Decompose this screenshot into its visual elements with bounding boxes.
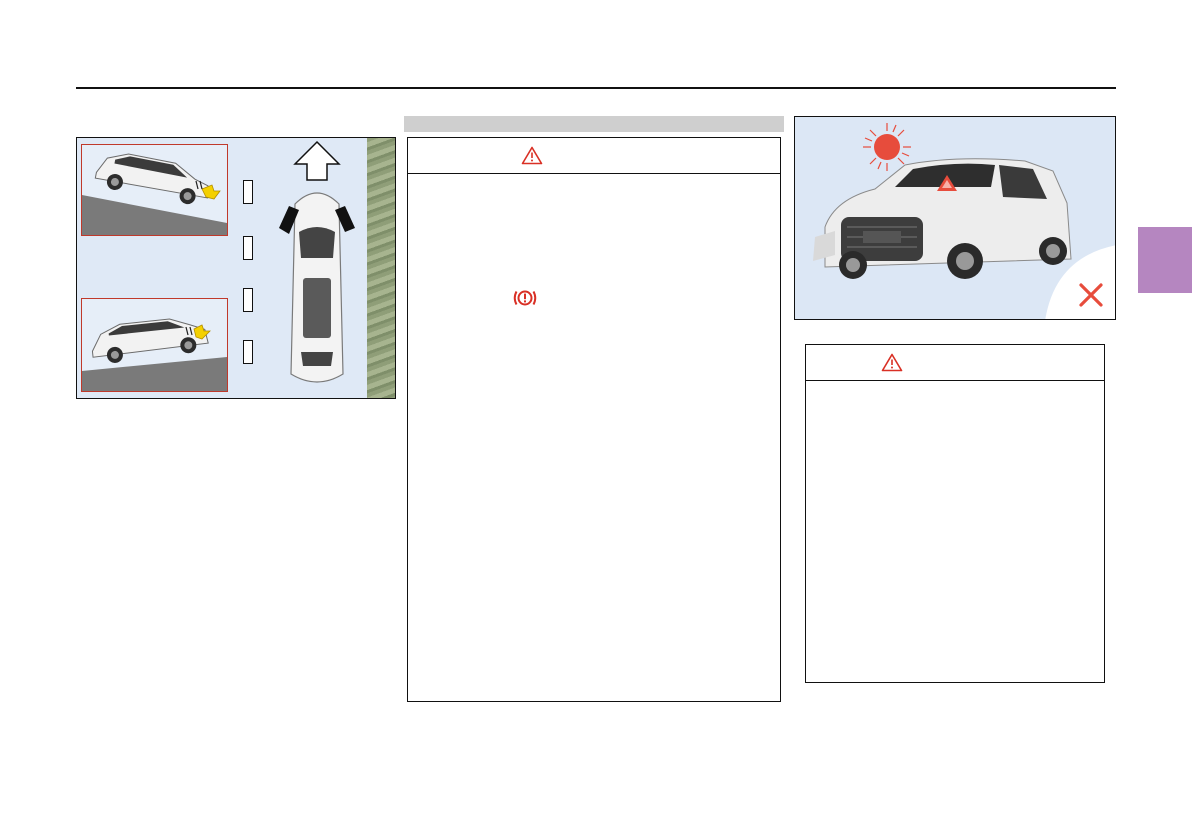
curb-marker-icon (243, 288, 253, 312)
caution-note-header (806, 345, 1104, 381)
figure-parking-on-slopes (76, 137, 396, 399)
top-down-car-illustration (279, 140, 355, 383)
inset-uphill-parking (81, 144, 228, 236)
inset-downhill-parking (81, 298, 228, 392)
curb-marker-icon (243, 340, 253, 364)
warning-box-header (408, 138, 780, 174)
downhill-car-illustration (82, 318, 227, 391)
sun-icon (863, 123, 911, 171)
warning-box (407, 137, 781, 702)
caution-note-box (805, 344, 1105, 683)
car-front-illustration (813, 123, 1115, 319)
header-rule (76, 87, 1116, 89)
curb-marker-icon (243, 236, 253, 260)
section-header-bar (404, 116, 784, 132)
chapter-side-tab (1138, 227, 1192, 293)
grass-strip (367, 138, 395, 398)
curb-marker-icon (243, 180, 253, 204)
warning-triangle-icon (521, 146, 543, 165)
parking-brake-indicator-icon (513, 290, 537, 306)
figure-car-in-sun (794, 116, 1116, 320)
uphill-car-illustration (82, 153, 227, 235)
warning-triangle-icon (881, 353, 903, 372)
direction-arrow-icon (293, 140, 341, 181)
